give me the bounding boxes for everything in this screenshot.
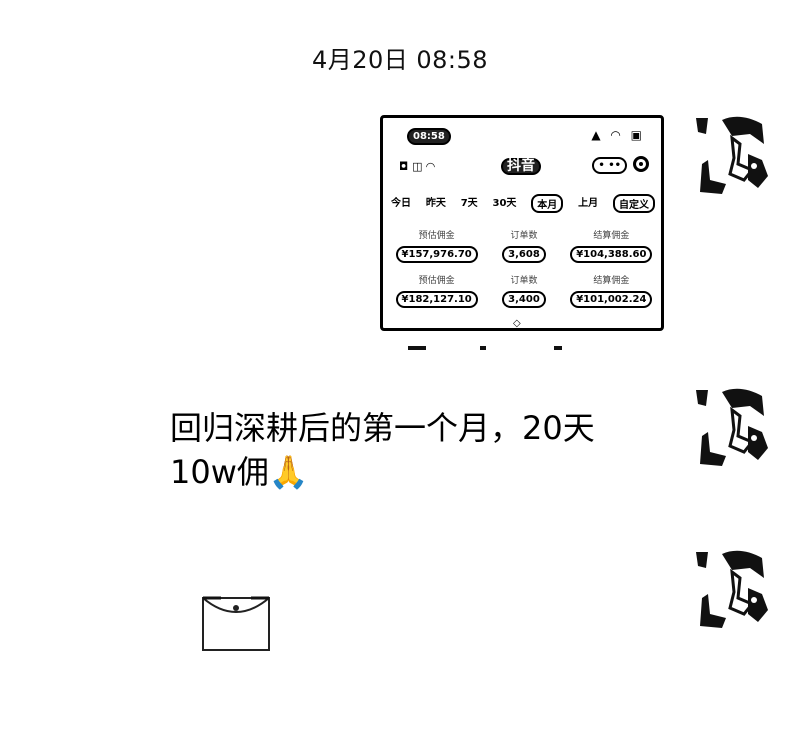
stat-value: 3,608 — [502, 246, 546, 263]
tab-30days: 30天 — [492, 198, 517, 209]
message-text: 回归深耕后的第一个月，20天10w佣🙏 — [170, 409, 595, 491]
date-tabs: 今日 昨天 7天 30天 本月 上月 自定义 — [391, 194, 655, 213]
strip-mark — [408, 346, 426, 350]
stat-cell: 结算佣金 ¥101,002.24 — [568, 275, 655, 308]
text-message-bubble[interactable]: 回归深耕后的第一个月，20天10w佣🙏 — [150, 382, 662, 510]
avatar-image — [692, 114, 772, 196]
stat-label: 订单数 — [510, 276, 538, 286]
stat-label: 结算佣金 — [593, 276, 630, 286]
sender-avatar[interactable] — [692, 386, 772, 468]
menu-icon: • •• — [592, 157, 627, 174]
app-title: 抖音 — [501, 158, 541, 175]
stat-cell: 预估佣金 ¥157,976.70 — [393, 230, 480, 263]
stat-value: ¥157,976.70 — [395, 246, 478, 263]
status-time: 08:58 — [407, 128, 451, 145]
status-icons: ▲ ◠ ▣ — [591, 128, 645, 142]
header-right-icons: • •• — [592, 156, 649, 174]
red-envelope-icon — [202, 596, 270, 651]
stat-label: 预估佣金 — [418, 276, 455, 286]
avatar-image — [692, 548, 772, 630]
stat-label: 结算佣金 — [593, 231, 630, 241]
stat-cell: 结算佣金 ¥104,388.60 — [568, 230, 655, 263]
tab-custom: 自定义 — [612, 194, 655, 213]
stat-value: ¥182,127.10 — [395, 291, 478, 308]
strip-mark — [554, 346, 562, 350]
stat-cell: 订单数 3,400 — [480, 275, 567, 308]
stat-cell: 订单数 3,608 — [480, 230, 567, 263]
avatar-image — [692, 386, 772, 468]
sender-avatar[interactable] — [692, 114, 772, 196]
red-packet-message[interactable] — [201, 596, 271, 652]
tab-this-month: 本月 — [531, 194, 564, 213]
tab-yesterday: 昨天 — [425, 198, 446, 209]
stats-grid: 预估佣金 ¥157,976.70 订单数 3,608 结算佣金 ¥104,388… — [393, 230, 655, 308]
image-caption-strip — [380, 346, 664, 354]
screenshot-image-message[interactable]: 08:58 ▲ ◠ ▣ ◘ ◫ ◠ 抖音 • •• 今日 昨天 7天 30天 本… — [380, 115, 664, 331]
home-indicator-icon: ◇ — [513, 318, 521, 329]
tab-last-month: 上月 — [578, 198, 599, 209]
chat-timestamp: 4月20日 08:58 — [311, 46, 489, 74]
tab-today: 今日 — [391, 198, 411, 209]
header-left-icons: ◘ ◫ ◠ — [399, 160, 435, 173]
stat-label: 预估佣金 — [418, 231, 455, 241]
sender-avatar[interactable] — [692, 548, 772, 630]
stat-cell: 预估佣金 ¥182,127.10 — [393, 275, 480, 308]
stat-value: ¥104,388.60 — [570, 246, 653, 263]
stat-label: 订单数 — [510, 231, 538, 241]
stat-value: 3,400 — [502, 291, 546, 308]
strip-mark — [480, 346, 486, 350]
stat-value: ¥101,002.24 — [570, 291, 653, 308]
tab-7days: 7天 — [460, 198, 478, 209]
record-icon — [633, 156, 649, 172]
